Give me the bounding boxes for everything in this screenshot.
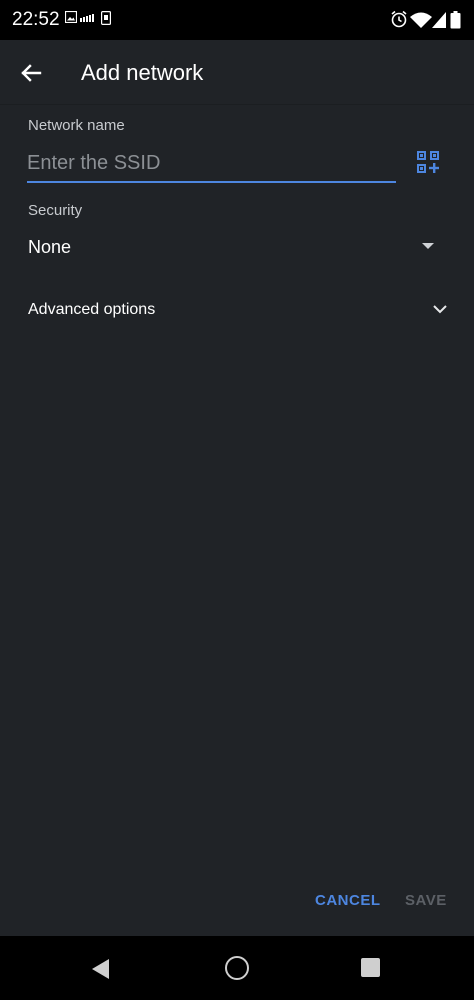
navigation-bar [0,936,474,1000]
battery-icon [450,11,461,29]
advanced-options-label: Advanced options [28,301,156,318]
save-button[interactable]: SAVE [405,892,447,909]
network-name-label: Network name [28,117,125,134]
security-value: None [28,237,72,257]
nav-home-icon[interactable] [225,956,249,980]
cell-signal-icon [432,12,446,28]
security-label: Security [28,202,83,219]
cancel-button[interactable]: CANCEL [315,892,381,909]
nav-recents-icon[interactable] [361,958,380,977]
chevron-down-icon [433,305,447,314]
sim-icon [101,11,111,25]
page-title: Add network [81,60,204,85]
status-bar: 22:52 [0,0,474,40]
ssid-input[interactable] [27,145,396,183]
alarm-icon [391,10,407,28]
qr-code-add-icon[interactable] [417,151,439,173]
nav-back-icon[interactable] [90,958,112,980]
status-time: 22:52 [12,9,60,30]
arrow-back-icon[interactable] [16,58,46,88]
dropdown-arrow-icon [422,243,434,249]
advanced-options-toggle[interactable]: Advanced options [0,291,474,331]
app-bar: Add network [0,40,474,105]
image-icon [65,11,77,23]
wifi-icon [410,12,432,28]
security-dropdown[interactable]: None [0,226,474,270]
signal-meter-icon [80,14,94,22]
